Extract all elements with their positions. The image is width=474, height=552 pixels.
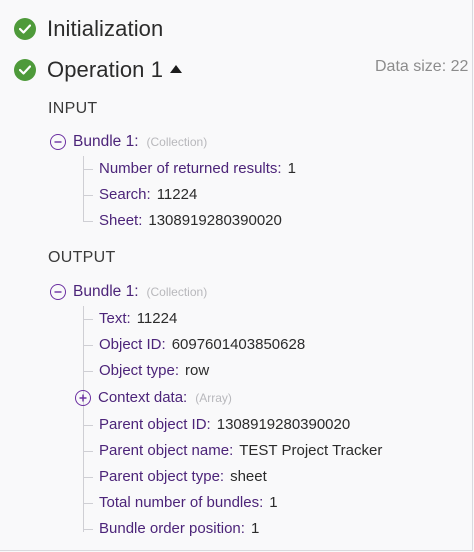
field-key: Object type: (99, 362, 180, 379)
check-circle-icon (14, 18, 36, 40)
output-field-object-type: Object type: row (83, 362, 210, 379)
caret-up-icon[interactable] (170, 60, 183, 76)
field-type: (Array) (195, 390, 232, 405)
field-value: 11224 (136, 310, 178, 327)
output-field-text: Text: 11224 (83, 310, 178, 327)
bundle-label: Bundle 1: (73, 283, 139, 300)
execution-log-panel: Initialization Operation 1 Data size: 22… (0, 0, 473, 551)
field-key: Context data: (98, 389, 188, 406)
field-value: 1 (250, 520, 260, 537)
tree-line (83, 156, 84, 222)
output-field-total-bundles: Total number of bundles: 1 (83, 494, 278, 511)
operation-title: Operation 1 (47, 57, 164, 82)
field-value: 1308919280390020 (216, 416, 351, 433)
field-value: row (185, 362, 210, 379)
field-value: sheet (230, 468, 267, 485)
input-bundle-header[interactable]: Bundle 1: (Collection) (50, 133, 207, 151)
operation-title: Initialization (47, 16, 164, 41)
output-field-parent-object-type: Parent object type: sheet (83, 468, 267, 485)
output-heading: OUTPUT (48, 249, 116, 266)
minus-circle-icon[interactable] (50, 134, 66, 150)
input-field-search: Search: 11224 (83, 186, 198, 203)
field-key: Number of returned results: (99, 160, 282, 177)
operation-1[interactable]: Operation 1 (14, 57, 183, 83)
field-value: 1 (287, 160, 296, 177)
field-key: Total number of bundles: (99, 494, 264, 511)
field-key: Parent object ID: (99, 416, 211, 433)
output-bundle-header[interactable]: Bundle 1: (Collection) (50, 283, 207, 301)
field-key: Search: (99, 186, 151, 203)
field-value: 1308919280390020 (148, 212, 282, 229)
field-key: Sheet: (99, 212, 143, 229)
input-field-sheet: Sheet: 1308919280390020 (83, 212, 282, 229)
field-value: 6097601403850628 (171, 336, 306, 353)
output-field-parent-object-name: Parent object name: TEST Project Tracker (83, 442, 383, 459)
output-field-context-data[interactable]: Context data: (Array) (75, 389, 232, 406)
plus-circle-icon[interactable] (75, 389, 91, 406)
field-key: Bundle order position: (99, 520, 245, 537)
minus-circle-icon[interactable] (50, 284, 66, 300)
tree-line (83, 306, 84, 532)
field-value: TEST Project Tracker (239, 442, 383, 459)
operation-initialization[interactable]: Initialization (14, 16, 163, 42)
bundle-type: (Collection) (146, 285, 208, 299)
output-field-parent-object-id: Parent object ID: 1308919280390020 (83, 416, 351, 433)
check-circle-icon (14, 59, 36, 81)
field-value: 1 (269, 494, 278, 511)
bundle-type: (Collection) (146, 135, 208, 149)
field-key: Text: (99, 310, 131, 327)
output-field-bundle-order: Bundle order position: 1 (83, 520, 260, 537)
input-field-returned-results: Number of returned results: 1 (83, 160, 296, 177)
field-key: Parent object type: (99, 468, 225, 485)
input-heading: INPUT (48, 100, 98, 117)
output-field-object-id: Object ID: 6097601403850628 (83, 336, 306, 353)
field-key: Parent object name: (99, 442, 234, 459)
data-size-label: Data size: 22 (375, 58, 469, 75)
field-key: Object ID: (99, 336, 166, 353)
bundle-label: Bundle 1: (73, 133, 139, 150)
field-value: 11224 (156, 186, 198, 203)
